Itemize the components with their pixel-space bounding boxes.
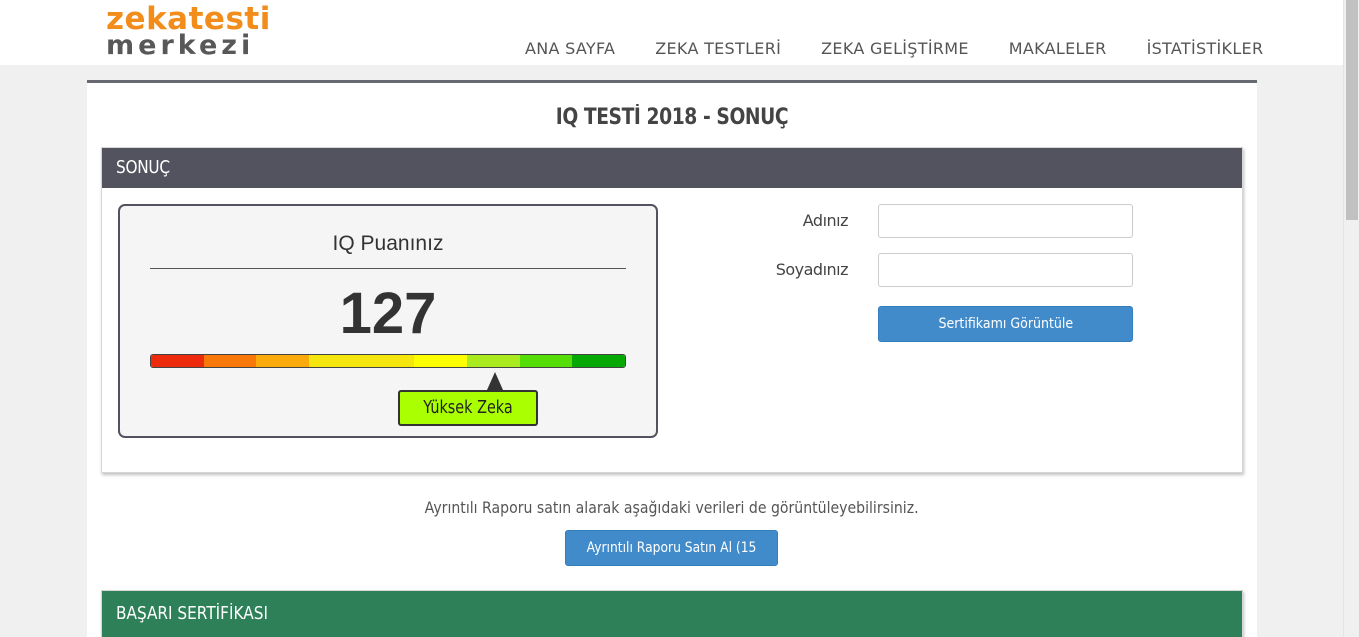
scrollbar-thumb[interactable]	[1346, 0, 1358, 220]
iq-score-box: IQ Puanınız 127 Yüksek Zeka	[118, 204, 658, 438]
nav-home[interactable]: ANA SAYFA	[505, 38, 635, 60]
scale-segment	[519, 355, 573, 367]
top-header: zekatesti merkezi ANA SAYFA ZEKA TESTLER…	[0, 0, 1343, 65]
nav-iq-tests[interactable]: ZEKA TESTLERİ	[635, 38, 801, 60]
iq-level-badge: Yüksek Zeka	[398, 390, 538, 426]
main-content: IQ TESTİ 2018 - SONUÇ SONUÇ IQ Puanınız …	[87, 80, 1257, 637]
scale-segment	[256, 355, 310, 367]
scale-segment	[203, 355, 257, 367]
site-logo[interactable]: zekatesti merkezi	[106, 4, 270, 60]
score-label: IQ Puanınız	[332, 232, 444, 255]
first-name-input[interactable]	[878, 204, 1133, 238]
iq-scale-bar	[150, 354, 626, 368]
report-info-text: Ayrıntılı Raporu satın alarak aşağıdaki …	[425, 498, 919, 517]
last-name-row: Soyadınız	[762, 253, 1134, 287]
view-certificate-button[interactable]: Sertifikamı Görüntüle	[878, 306, 1133, 342]
result-panel: SONUÇ IQ Puanınız 127 Yüksek Zeka Adınız…	[101, 147, 1243, 473]
divider	[150, 268, 626, 269]
last-name-label: Soyadınız	[775, 260, 849, 279]
scale-segment	[309, 355, 415, 367]
scale-segment	[414, 355, 468, 367]
main-nav: ANA SAYFA ZEKA TESTLERİ ZEKA GELİŞTİRME …	[505, 38, 1283, 60]
page-scrollbar[interactable]	[1343, 0, 1359, 637]
logo-line-2: merkezi	[106, 30, 255, 61]
nav-articles[interactable]: MAKALELER	[989, 38, 1127, 60]
first-name-row: Adınız	[762, 204, 1134, 238]
last-name-input[interactable]	[878, 253, 1133, 287]
nav-statistics[interactable]: İSTATİSTİKLER	[1127, 38, 1284, 60]
scale-segment	[572, 355, 625, 367]
nav-brain-training[interactable]: ZEKA GELİŞTİRME	[801, 38, 989, 60]
certificate-panel: BAŞARI SERTİFİKASI	[101, 590, 1243, 637]
certificate-panel-header: BAŞARI SERTİFİKASI	[102, 591, 1242, 637]
result-panel-header: SONUÇ	[102, 148, 1242, 188]
iq-score-value: 127	[339, 281, 437, 346]
buy-report-button[interactable]: Ayrıntılı Raporu Satın Al (15 TL)	[565, 530, 778, 590]
first-name-label: Adınız	[802, 211, 849, 230]
scale-segment	[151, 355, 204, 367]
scale-segment	[467, 355, 520, 367]
scale-pointer-icon	[487, 372, 503, 390]
page-title: IQ TESTİ 2018 - SONUÇ	[555, 105, 789, 130]
